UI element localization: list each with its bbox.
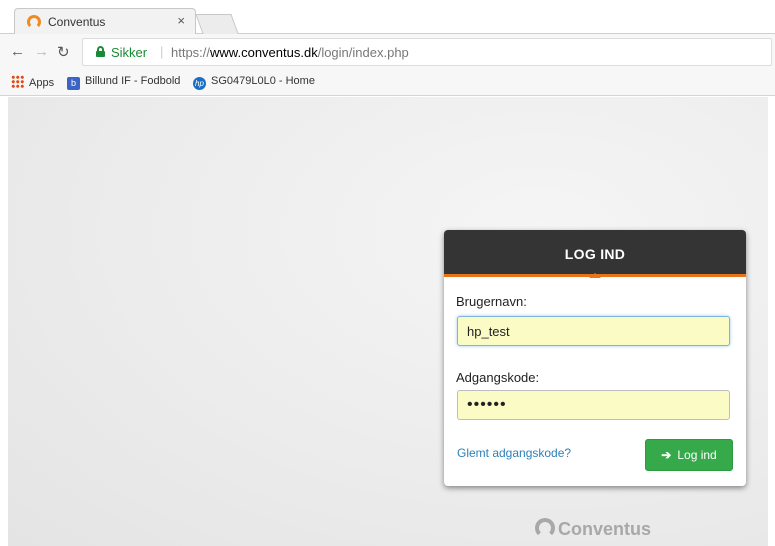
footer-brand: Conventus xyxy=(558,519,652,539)
forgot-password-link[interactable]: Glemt adgangskode? xyxy=(457,446,571,460)
tab-title: Conventus xyxy=(48,15,106,29)
address-bar[interactable]: Sikker | https://www.conventus.dk/login/… xyxy=(82,38,772,66)
conventus-logo-icon xyxy=(535,518,555,538)
login-panel: LOG IND Brugernavn: Adgangskode: •••••• … xyxy=(444,230,746,486)
secure-label: Sikker xyxy=(111,45,148,60)
tab-close-icon[interactable]: × xyxy=(177,13,185,28)
page-content: LOG IND Brugernavn: Adgangskode: •••••• … xyxy=(8,97,768,546)
password-input[interactable]: •••••• xyxy=(457,390,730,420)
bookmark-billund[interactable]: b Billund IF - Fodbold xyxy=(67,75,180,90)
bookmark-hp-home[interactable]: hp SG0479L0L0 - Home xyxy=(193,75,315,90)
lock-icon xyxy=(96,46,105,57)
forward-arrow-icon[interactable]: → xyxy=(34,43,49,60)
sign-in-icon: ➔ xyxy=(661,448,672,462)
hp-logo-icon: hp xyxy=(193,77,206,90)
bookmarks-bar: Apps b Billund IF - Fodbold hp SG0479L0L0 … xyxy=(0,70,775,96)
header-caret-icon xyxy=(589,273,601,278)
username-label: Brugernavn: xyxy=(456,294,527,309)
conventus-logo: Conventus xyxy=(535,518,651,540)
browser-toolbar: ← → ↻ Sikker | https://www.conventus.dk/… xyxy=(0,34,775,70)
url-path: /login/index.php xyxy=(317,45,409,60)
login-title: LOG IND xyxy=(564,246,626,262)
reload-icon[interactable]: ↻ xyxy=(57,43,70,61)
bookmark-label: SG0479L0L0 - Home xyxy=(211,75,315,87)
url-scheme: https:// xyxy=(171,45,211,60)
username-input[interactable] xyxy=(457,316,730,346)
url-host: www.conventus.dk xyxy=(210,45,318,60)
bookmark-apps[interactable]: Apps xyxy=(11,75,54,89)
bookmark-label: Apps xyxy=(29,77,55,89)
login-header: LOG IND xyxy=(444,230,746,277)
url-separator: | xyxy=(160,44,164,59)
conventus-favicon-icon xyxy=(27,15,41,29)
bookmark-label: Billund IF - Fodbold xyxy=(85,75,181,87)
browser-tab[interactable]: Conventus × xyxy=(14,8,196,35)
new-tab-button[interactable] xyxy=(195,14,239,34)
apps-grid-icon xyxy=(11,75,24,88)
billund-favicon-icon: b xyxy=(67,77,80,90)
back-arrow-icon[interactable]: ← xyxy=(10,43,25,60)
login-button[interactable]: ➔ Log ind xyxy=(645,439,733,471)
url-text[interactable]: https://www.conventus.dk/login/index.php xyxy=(171,45,409,60)
tab-strip: Conventus × xyxy=(0,0,775,35)
password-label: Adgangskode: xyxy=(456,370,540,385)
login-button-label: Log ind xyxy=(677,448,717,462)
